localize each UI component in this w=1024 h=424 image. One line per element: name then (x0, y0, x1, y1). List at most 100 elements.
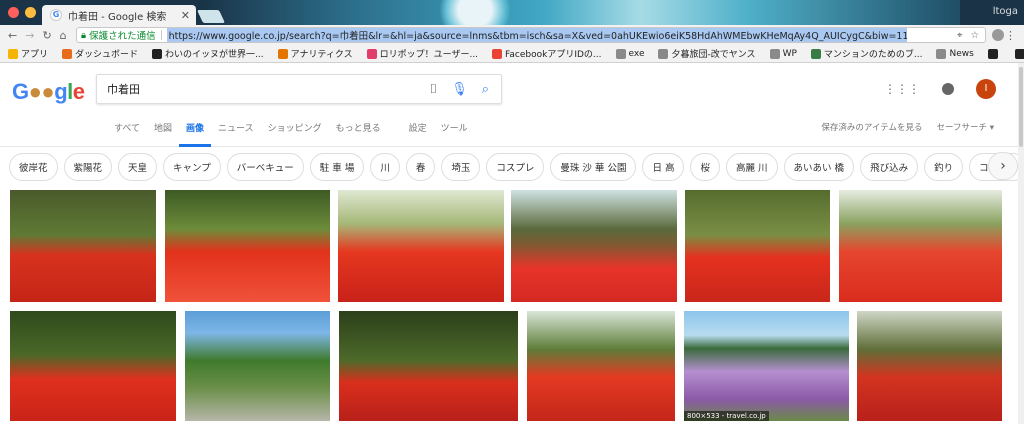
bookmark-item[interactable] (987, 48, 1001, 59)
related-search-chip[interactable]: 飛び込み (860, 153, 919, 181)
menu-kebab-icon[interactable]: ⋮ (1005, 29, 1016, 42)
nav-tab[interactable]: 画像 (179, 121, 212, 147)
camera-icon[interactable]: ⌷ (429, 82, 437, 97)
bookmark-item[interactable]: ダッシュボード (62, 47, 138, 60)
related-search-chip[interactable]: 釣り (924, 153, 964, 181)
nav-tab[interactable]: ショッピング (261, 121, 329, 147)
profile-name[interactable]: ltoga (993, 6, 1018, 17)
image-result[interactable] (685, 190, 830, 302)
bookmark-label: わいのイッヌが世界一... (165, 50, 264, 60)
related-search-chip[interactable]: 春 (405, 153, 436, 181)
account-avatar[interactable]: I (976, 79, 996, 99)
related-search-chip[interactable]: 天皇 (118, 153, 158, 181)
image-result[interactable] (10, 311, 176, 421)
close-window-button[interactable] (8, 7, 19, 18)
related-search-chip[interactable]: 彼岸花 (9, 153, 58, 181)
mansion-icon (810, 48, 821, 59)
bookmark-item[interactable]: わいのイッヌが世界一... (152, 47, 264, 60)
search-nav-tabs: すべて 地図 画像 ニュース ショッピング もっと見る 設定 ツール (107, 121, 475, 147)
notifications-icon[interactable] (942, 83, 954, 95)
nav-tab[interactable]: すべて (107, 121, 147, 147)
home-icon[interactable]: ⌂ (60, 29, 67, 42)
nav-tab[interactable]: 地図 (147, 121, 179, 147)
omnibox-separator (160, 30, 162, 40)
image-result[interactable] (511, 190, 677, 302)
related-search-chip[interactable]: 曼珠 沙 華 公園 (550, 153, 637, 181)
nav-tab[interactable]: もっと見る (329, 121, 388, 147)
tab-close-icon[interactable]: ✕ (181, 9, 190, 22)
url-text[interactable]: https://www.google.co.jp/search?q=巾着田&lr… (166, 28, 907, 42)
location-icon[interactable]: ⌖ (957, 30, 962, 41)
bookmark-star-icon[interactable]: ☆ (970, 30, 979, 41)
search-box[interactable]: 巾着田 ⌷ 🎙︎ ⌕ (96, 74, 502, 104)
browser-tab[interactable]: G 巾着田 - Google 検索 ✕ (42, 5, 196, 25)
related-search-chip[interactable]: 桜 (690, 153, 720, 181)
bookmark-item[interactable]: 夕暮旅団-改でヤンス (658, 47, 756, 60)
search-input[interactable]: 巾着田 (107, 81, 140, 97)
google-doodle-logo[interactable]: G●●gle (12, 79, 85, 105)
related-search-chip[interactable]: 埼玉 (441, 153, 481, 181)
bookmark-label: exe (628, 48, 645, 59)
forward-arrow-icon[interactable]: → (25, 29, 34, 42)
facebook-icon (492, 48, 503, 59)
saved-items-link[interactable]: 保存済みのアイテムを見る (821, 121, 922, 133)
related-search-chip[interactable]: キャンプ (163, 153, 221, 181)
apps-grid-icon (8, 48, 18, 59)
search-actions: ⌷ 🎙︎ ⌕ (429, 82, 489, 97)
back-arrow-icon[interactable]: ← (8, 29, 17, 42)
omnibox[interactable]: 🔒︎ 保護された通信 https://www.google.co.jp/sear… (76, 27, 986, 43)
image-result[interactable] (10, 190, 156, 302)
minimize-window-button[interactable] (25, 7, 36, 18)
extension-icon[interactable] (992, 29, 1004, 41)
bookmarks-bar: アプリ ダッシュボード わいのイッヌが世界一... アナリティクス ロリポップ！ユーザー… (0, 45, 1024, 63)
omnibox-actions: ⌖ ☆ (957, 30, 979, 41)
related-search-chip[interactable]: 高麗 川 (726, 153, 778, 181)
bookmark-item[interactable]: マンションのためのブ... (810, 47, 923, 60)
image-result[interactable] (185, 311, 330, 421)
safesearch-dropdown[interactable]: セーフサーチ ▾ (937, 121, 994, 133)
bookmark-item[interactable]: アプリ (8, 47, 48, 60)
related-search-chip[interactable]: コスプレ (486, 153, 545, 181)
related-search-chip[interactable]: 紫陽花 (63, 153, 113, 181)
nav-tab[interactable]: ツール (434, 121, 475, 147)
apps-grid-icon[interactable]: ⋮⋮⋮ (884, 82, 920, 96)
image-result[interactable] (165, 190, 330, 302)
search-icon[interactable]: ⌕ (482, 82, 489, 97)
image-result[interactable] (338, 190, 504, 302)
amazon-icon (987, 48, 998, 59)
theme-artwork (200, 0, 960, 25)
related-search-chip[interactable]: あいあい 橋 (783, 153, 855, 181)
related-search-chip[interactable]: 駐 車 場 (309, 153, 365, 181)
dashboard-icon (62, 48, 73, 59)
bookmark-item[interactable]: FacebookアプリIDの... (492, 47, 602, 60)
image-result[interactable]: 800×533 - travel.co.jp (684, 311, 849, 421)
bookmark-item[interactable]: アナリティクス (277, 47, 353, 60)
image-result[interactable] (527, 311, 675, 421)
scrollbar-thumb[interactable] (1019, 67, 1023, 147)
related-search-chips: 彼岸花 紫陽花 天皇 キャンプ バーベキュー駐 車 場川春埼玉 コスプレ 曼珠 沙 華 公園… (9, 152, 1024, 182)
niconico-icon (1014, 48, 1024, 59)
nav-tab[interactable]: ニュース (211, 121, 261, 147)
page-scrollbar[interactable] (1018, 63, 1024, 424)
bookmark-label: ダッシュボード (75, 50, 139, 60)
bookmark-item[interactable]: WP (769, 48, 797, 59)
related-search-chip[interactable]: 日 高 (642, 153, 685, 181)
image-result[interactable] (339, 311, 518, 421)
chip-scroll-next-button[interactable]: › (988, 152, 1018, 180)
bookmark-item[interactable]: ロリポップ！ユーザー... (366, 47, 478, 60)
related-search-chip[interactable]: 川 (370, 153, 400, 181)
theme-artwork-character (430, 0, 520, 25)
reload-icon[interactable]: ↻ (42, 29, 51, 42)
related-search-chip[interactable]: バーベキュー (226, 153, 304, 181)
bookmark-item[interactable]: ニコ動 (1014, 47, 1024, 60)
bookmark-item[interactable]: exe (615, 48, 645, 59)
image-result[interactable] (857, 311, 1002, 421)
bookmark-label: アナリティクス (290, 50, 353, 60)
toolbar: ← → ↻ ⌂ 🔒︎ 保護された通信 https://www.google.co… (0, 25, 1024, 45)
nav-tab[interactable]: 設定 (402, 121, 434, 147)
mic-icon[interactable]: 🎙︎ (451, 82, 468, 97)
bookmark-label: アプリ (21, 50, 49, 60)
image-result[interactable] (839, 190, 1002, 302)
bookmark-item[interactable]: News (936, 48, 974, 59)
bookmark-label: マンションのためのブ... (823, 50, 923, 60)
